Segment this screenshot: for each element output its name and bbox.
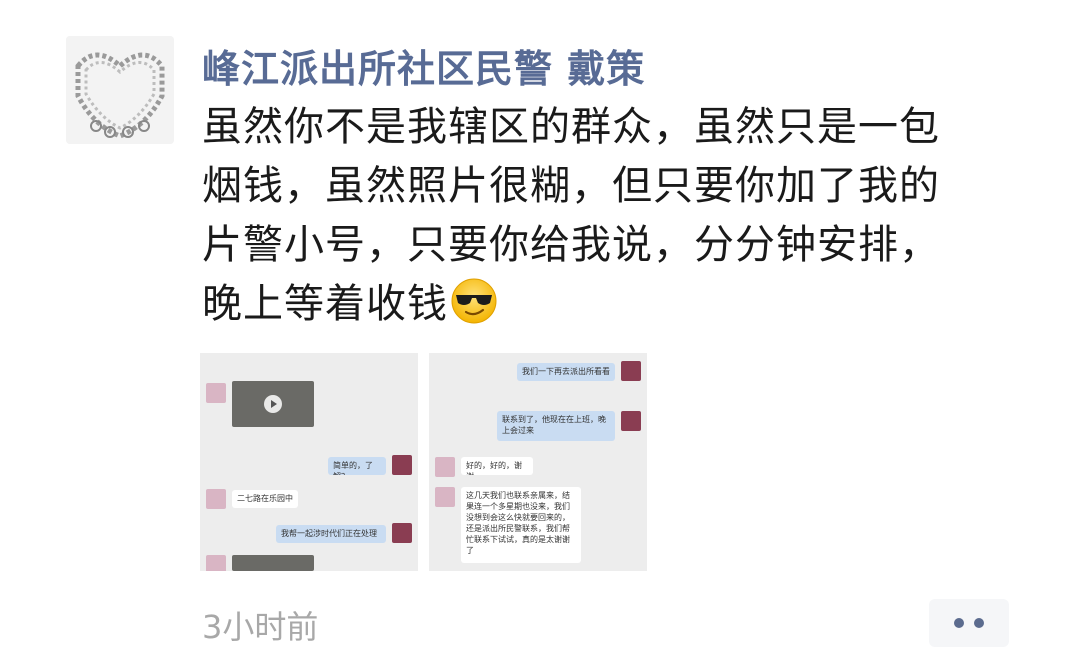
chat-avatar xyxy=(621,411,641,431)
post-text-line-end: 晚上等着收钱 xyxy=(202,281,448,327)
author-name[interactable]: 峰江派出所社区民警 戴策 xyxy=(202,38,645,93)
sunglasses-emoji-icon xyxy=(451,278,497,324)
chat-avatar xyxy=(392,523,412,543)
avatar-image xyxy=(66,36,174,144)
more-dot-icon xyxy=(974,618,984,628)
chat-bubble: 联系到了，他现在在上班，晚上会过来 xyxy=(497,411,615,441)
chat-bubble: 我帮一起涉时代们正在处理 xyxy=(276,525,386,543)
more-dot-icon xyxy=(954,618,964,628)
post-text-line: 晚上等着收钱 xyxy=(202,275,1002,334)
chat-bubble: 我们一下再去派出所看看 xyxy=(517,363,615,381)
chat-bubble: 二七路在乐园中 xyxy=(232,490,298,508)
author-avatar[interactable] xyxy=(66,36,174,144)
chat-bubble: 好的，好的，谢谢 xyxy=(461,457,533,475)
chat-avatar xyxy=(435,457,455,477)
chat-avatar xyxy=(206,383,226,403)
comment-like-menu-button[interactable] xyxy=(929,599,1009,647)
post-text-line: 片警小号，只要你给我说，分分钟安排， xyxy=(202,222,940,268)
chat-avatar xyxy=(435,487,455,507)
post-text-line: 虽然你不是我辖区的群众，虽然只是一包 xyxy=(202,104,940,150)
chat-screenshot-photo-1[interactable]: 简单的，了解？ 二七路在乐园中 我帮一起涉时代们正在处理 xyxy=(200,353,418,571)
chat-avatar xyxy=(206,555,226,571)
chat-avatar xyxy=(621,361,641,381)
chat-bubble: 简单的，了解？ xyxy=(328,457,386,475)
chat-avatar xyxy=(206,489,226,509)
play-icon xyxy=(264,395,282,413)
post-text: 虽然你不是我辖区的群众，虽然只是一包 烟钱，虽然照片很糊，但只要你加了我的 片警… xyxy=(202,98,1002,334)
video-thumbnail xyxy=(232,381,314,427)
chat-bubble: 这几天我们也联系亲属来，结果连一个多星期也没来，我们没想到会这么快就要回来的，还… xyxy=(461,487,581,563)
chat-avatar xyxy=(392,455,412,475)
chat-screenshot-photo-2[interactable]: 我们一下再去派出所看看 联系到了，他现在在上班，晚上会过来 好的，好的，谢谢 这… xyxy=(429,353,647,571)
post-timestamp: 3小时前 xyxy=(202,608,319,646)
video-thumbnail xyxy=(232,555,314,571)
post-text-line: 烟钱，虽然照片很糊，但只要你加了我的 xyxy=(202,163,940,209)
